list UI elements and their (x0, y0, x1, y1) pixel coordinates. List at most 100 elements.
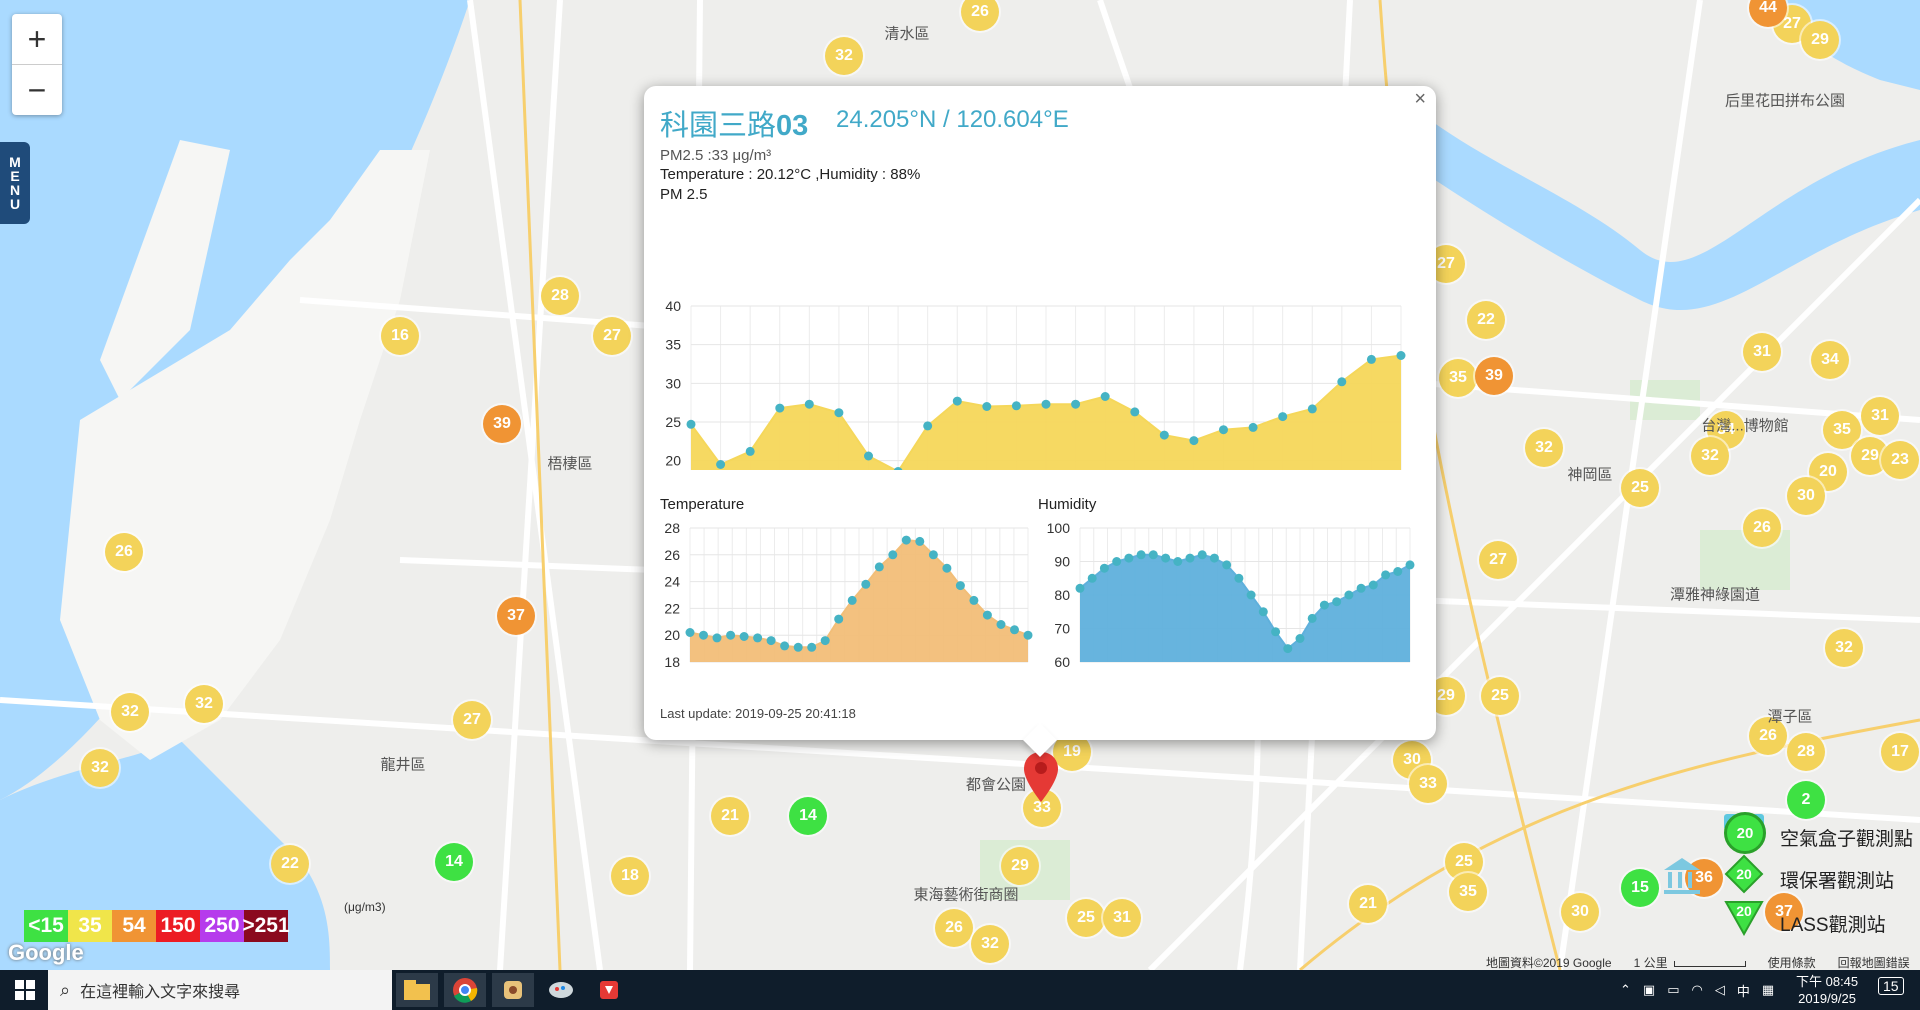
pm25-marker[interactable]: 31 (1861, 397, 1899, 435)
pm25-marker[interactable]: 32 (971, 925, 1009, 963)
taskbar-search-box[interactable]: ⌕ 在這裡輸入文字來搜尋 (48, 970, 392, 1010)
data-point[interactable] (1148, 550, 1158, 560)
data-point[interactable] (1356, 583, 1366, 593)
paint-app-icon[interactable] (492, 973, 534, 1007)
pm25-marker[interactable]: 17 (1881, 733, 1919, 771)
data-point[interactable] (969, 595, 979, 605)
data-point[interactable] (834, 408, 844, 418)
map-pin-icon[interactable] (1024, 752, 1058, 802)
file-explorer-icon[interactable] (396, 973, 438, 1007)
pm25-marker[interactable]: 26 (105, 533, 143, 571)
data-point[interactable] (1087, 573, 1097, 583)
pm25-marker[interactable]: 22 (271, 845, 309, 883)
app-icon[interactable] (540, 973, 582, 1007)
pm25-marker[interactable]: 34 (1811, 341, 1849, 379)
pm25-marker[interactable]: 29 (1801, 21, 1839, 59)
data-point[interactable] (804, 399, 814, 409)
pm25-marker[interactable]: 32 (1525, 429, 1563, 467)
data-point[interactable] (923, 421, 933, 431)
data-point[interactable] (1124, 553, 1134, 563)
data-point[interactable] (1396, 351, 1406, 360)
zoom-in-button[interactable]: + (12, 14, 62, 64)
pm25-marker[interactable]: 23 (1881, 441, 1919, 479)
data-point[interactable] (982, 402, 992, 411)
pm25-marker[interactable]: 32 (1691, 437, 1729, 475)
pm25-marker[interactable]: 2 (1787, 781, 1825, 819)
data-point[interactable] (1381, 570, 1391, 580)
data-point[interactable] (1366, 354, 1376, 364)
wifi-icon[interactable]: ◠ (1692, 982, 1703, 998)
data-point[interactable] (1283, 644, 1293, 654)
pm25-marker[interactable]: 27 (1479, 541, 1517, 579)
volume-icon[interactable]: ◁ (1715, 982, 1725, 998)
pm25-marker[interactable]: 16 (381, 317, 419, 355)
pm25-marker[interactable]: 27 (593, 317, 631, 355)
data-point[interactable] (807, 642, 817, 652)
popup-close-button[interactable]: × (1414, 88, 1426, 111)
pm25-marker[interactable]: 39 (1475, 357, 1513, 395)
pm25-marker[interactable]: 28 (1787, 733, 1825, 771)
report-error-link[interactable]: 回報地圖錯誤 (1838, 954, 1910, 971)
data-point[interactable] (1099, 563, 1109, 573)
pm25-marker[interactable]: 21 (1349, 885, 1387, 923)
data-point[interactable] (874, 562, 884, 572)
start-button[interactable] (10, 970, 40, 1010)
data-point[interactable] (1071, 399, 1081, 409)
data-point[interactable] (864, 451, 873, 461)
pm25-marker[interactable]: 14 (789, 797, 827, 835)
pm25-marker[interactable]: 32 (185, 685, 223, 723)
data-point[interactable] (1010, 625, 1019, 635)
data-point[interactable] (1219, 425, 1228, 435)
data-point[interactable] (1209, 553, 1219, 563)
pm25-marker[interactable]: 27 (453, 701, 491, 739)
data-point[interactable] (834, 614, 844, 624)
pm25-marker[interactable]: 28 (541, 277, 579, 315)
data-point[interactable] (901, 535, 911, 545)
pm25-marker[interactable]: 25 (1067, 899, 1105, 937)
data-point[interactable] (1344, 590, 1354, 600)
notification-center-icon[interactable]: 15 (1878, 977, 1904, 995)
data-point[interactable] (775, 403, 785, 413)
data-point[interactable] (952, 396, 962, 406)
data-point[interactable] (996, 620, 1006, 629)
data-point[interactable] (712, 633, 722, 643)
pm25-marker[interactable]: 26 (1743, 509, 1781, 547)
data-point[interactable] (1197, 550, 1207, 560)
pm25-marker[interactable]: 39 (483, 405, 521, 443)
data-point[interactable] (766, 636, 776, 646)
data-point[interactable] (1307, 404, 1317, 414)
pm25-marker[interactable]: 30 (1787, 477, 1825, 515)
data-point[interactable] (1173, 557, 1183, 566)
data-point[interactable] (1332, 597, 1342, 607)
data-point[interactable] (686, 419, 696, 429)
keyboard-icon[interactable]: ▦ (1762, 982, 1774, 998)
data-point[interactable] (1222, 560, 1232, 570)
data-point[interactable] (955, 581, 965, 591)
data-point[interactable] (1295, 634, 1305, 643)
data-point[interactable] (1405, 560, 1415, 570)
data-point[interactable] (780, 641, 790, 651)
pm25-marker[interactable]: 35 (1449, 873, 1487, 911)
data-point[interactable] (1185, 553, 1195, 563)
pm25-marker[interactable]: 32 (111, 693, 149, 731)
data-point[interactable] (982, 610, 992, 620)
data-point[interactable] (1100, 392, 1110, 401)
data-point[interactable] (1136, 550, 1146, 560)
data-point[interactable] (888, 550, 898, 560)
data-point[interactable] (753, 633, 763, 643)
data-point[interactable] (1248, 422, 1258, 432)
pm25-marker[interactable]: 31 (1743, 333, 1781, 371)
pm25-marker[interactable]: 22 (1467, 301, 1505, 339)
pm25-marker[interactable]: 21 (711, 797, 749, 835)
data-point[interactable] (1278, 412, 1288, 422)
data-point[interactable] (1246, 590, 1256, 600)
data-point[interactable] (1023, 630, 1033, 640)
input-language[interactable]: 中 (1737, 981, 1750, 1000)
data-point[interactable] (793, 642, 803, 652)
data-point[interactable] (1271, 627, 1281, 637)
data-point[interactable] (1258, 607, 1268, 617)
data-point[interactable] (685, 628, 695, 637)
data-point[interactable] (699, 630, 708, 640)
chevron-up-icon[interactable]: ⌃ (1620, 982, 1631, 998)
data-point[interactable] (1130, 407, 1140, 417)
